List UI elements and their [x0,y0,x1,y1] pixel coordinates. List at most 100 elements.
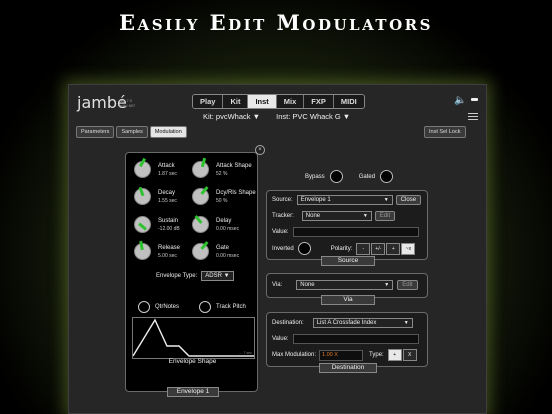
inverted-toggle[interactable] [297,242,311,255]
close-icon[interactable]: × [255,145,265,155]
bypass-toggle[interactable] [329,170,343,183]
polarity-row: Inverted Polarity: - +/- + ~x [272,242,416,255]
gated-label: Gated [358,173,376,180]
envelope-panel-label: Envelope 1 [167,387,219,397]
max-mod-row: Max Modulation: 1.00 X Type: + X [272,349,418,361]
polarity-negative[interactable]: - [356,242,371,255]
inst-selector[interactable]: Inst: PVC Whack G ▼ [276,112,350,121]
value-label: Value: [272,336,289,342]
knob-label: Gate [216,244,230,251]
source-value-field [292,227,419,237]
track-pitch-toggle[interactable]: Track Pitch [199,301,246,313]
polarity-label: Polarity: [330,245,353,252]
page-headline: Easily Edit Modulators [119,10,433,35]
tracker-row: Tracker: None Edit [272,211,396,221]
inst-sel-lock-button[interactable]: Inst Sel Lock [424,126,466,138]
knob-label: Dcy/Rls Shape [216,189,256,196]
version-info: ver. 7.0 build 697 [119,98,135,108]
close-button[interactable]: Close [395,195,422,205]
battery-icon [471,98,478,101]
destination-row: Destination: List A Crossfade Index [272,318,413,328]
release-knob[interactable] [134,243,151,260]
destination-panel-label: Destination [319,363,377,373]
destination-panel: Destination: List A Crossfade Index Valu… [266,312,428,367]
knob-label: Sustain [158,217,179,224]
kit-selector[interactable]: Kit: pvcWhack ▼ [203,112,260,121]
knob-release[interactable]: Release 5.00 sec [134,243,180,260]
speaker-icon[interactable]: 🔈 [454,95,466,106]
tracker-edit-button[interactable]: Edit [374,211,396,221]
envelope-curve [133,318,254,357]
polarity-positive[interactable]: + [386,242,401,255]
dcy-rls-shape-knob[interactable] [192,188,209,205]
qtr-notes-radio[interactable] [138,301,150,313]
knob-value: -12.00 dB [158,225,180,232]
polarity-selector: - +/- + ~x [356,242,416,255]
via-panel-label: Via [321,295,375,305]
destination-select[interactable]: List A Crossfade Index [312,318,413,328]
max-mod-field[interactable]: 1.00 X [319,349,364,361]
bypass-label: Bypass [305,173,325,180]
hamburger-menu-icon[interactable] [468,113,478,122]
track-pitch-radio[interactable] [199,301,211,313]
build-line: build 697 [119,103,136,108]
via-select[interactable]: None [296,280,394,290]
sustain-knob[interactable] [134,216,151,233]
knob-dcy-rls-shape[interactable]: Dcy/Rls Shape 50 % [192,188,256,205]
attack-knob[interactable] [134,161,151,178]
tab-samples[interactable]: Samples [116,126,148,138]
polarity-custom[interactable]: ~x [401,242,416,255]
knob-label: Attack [158,162,175,169]
tab-inst[interactable]: Inst [248,95,277,108]
attack-shape-knob[interactable] [192,161,209,178]
bypass-row: Bypass Gated [305,170,394,183]
knob-value: 0.00 msec [216,225,240,232]
inverted-label: Inverted [272,245,294,252]
qtr-notes-toggle[interactable]: QtrNotes [138,301,179,313]
source-select[interactable]: Envelope 1 [296,195,393,205]
knob-attack[interactable]: Attack 1.87 sec [134,161,177,178]
knob-value: 52 % [216,170,228,177]
mod-type-multiply[interactable]: X [402,349,417,361]
tab-modulation[interactable]: Modulation [149,126,187,138]
knob-attack-shape[interactable]: Attack Shape 52 % [192,161,252,178]
value-label: Value: [272,229,289,235]
envelope-type-row: Envelope Type: ADSR ▼ [156,271,234,281]
knob-delay[interactable]: Delay 0.00 msec [192,216,239,233]
via-edit-button[interactable]: Edit [397,280,418,290]
envelope-graph: ← 7 sec [132,317,255,359]
mod-type-add[interactable]: + [387,349,402,361]
knob-value: 5.00 sec [158,252,177,259]
gate-knob[interactable] [192,243,209,260]
destination-value-row: Value: [272,334,419,344]
main-nav-tabs: Play Kit Inst Mix FXP MIDI [192,94,365,109]
destination-label: Destination: [272,320,304,326]
source-panel: Source: Envelope 1 Close Tracker: None E… [266,190,428,260]
tab-parameters[interactable]: Parameters [76,126,115,138]
destination-value-field [292,334,419,344]
gated-toggle[interactable] [380,170,394,183]
knob-decay[interactable]: Decay 1.55 sec [134,188,177,205]
type-label: Type: [369,352,384,358]
track-pitch-label: Track Pitch [216,304,246,310]
envelope-type-select[interactable]: ADSR ▼ [201,271,234,281]
decay-knob[interactable] [134,188,151,205]
tab-midi[interactable]: MIDI [333,95,364,108]
source-value-row: Value: [272,227,419,237]
tab-mix[interactable]: Mix [276,95,305,108]
app-window: jambé ver. 7.0 build 697 Play Kit Inst M… [68,84,487,414]
tab-fxp[interactable]: FXP [304,95,334,108]
tracker-select[interactable]: None [301,211,372,221]
knob-sustain[interactable]: Sustain -12.00 dB [134,216,180,233]
envelope-panel: Attack 1.87 sec Attack Shape 52 % Decay 1.5… [125,152,258,392]
knob-gate[interactable]: Gate 0.00 msec [192,243,239,260]
tab-kit[interactable]: Kit [223,95,249,108]
knob-label: Attack Shape [216,162,252,169]
knob-value: 1.55 sec [158,197,177,204]
max-mod-label: Max Modulation: [272,352,317,358]
source-label: Source: [272,197,293,203]
tab-play[interactable]: Play [193,95,224,108]
source-panel-label: Source [321,256,375,266]
delay-knob[interactable] [192,216,209,233]
polarity-bipolar[interactable]: +/- [371,242,386,255]
